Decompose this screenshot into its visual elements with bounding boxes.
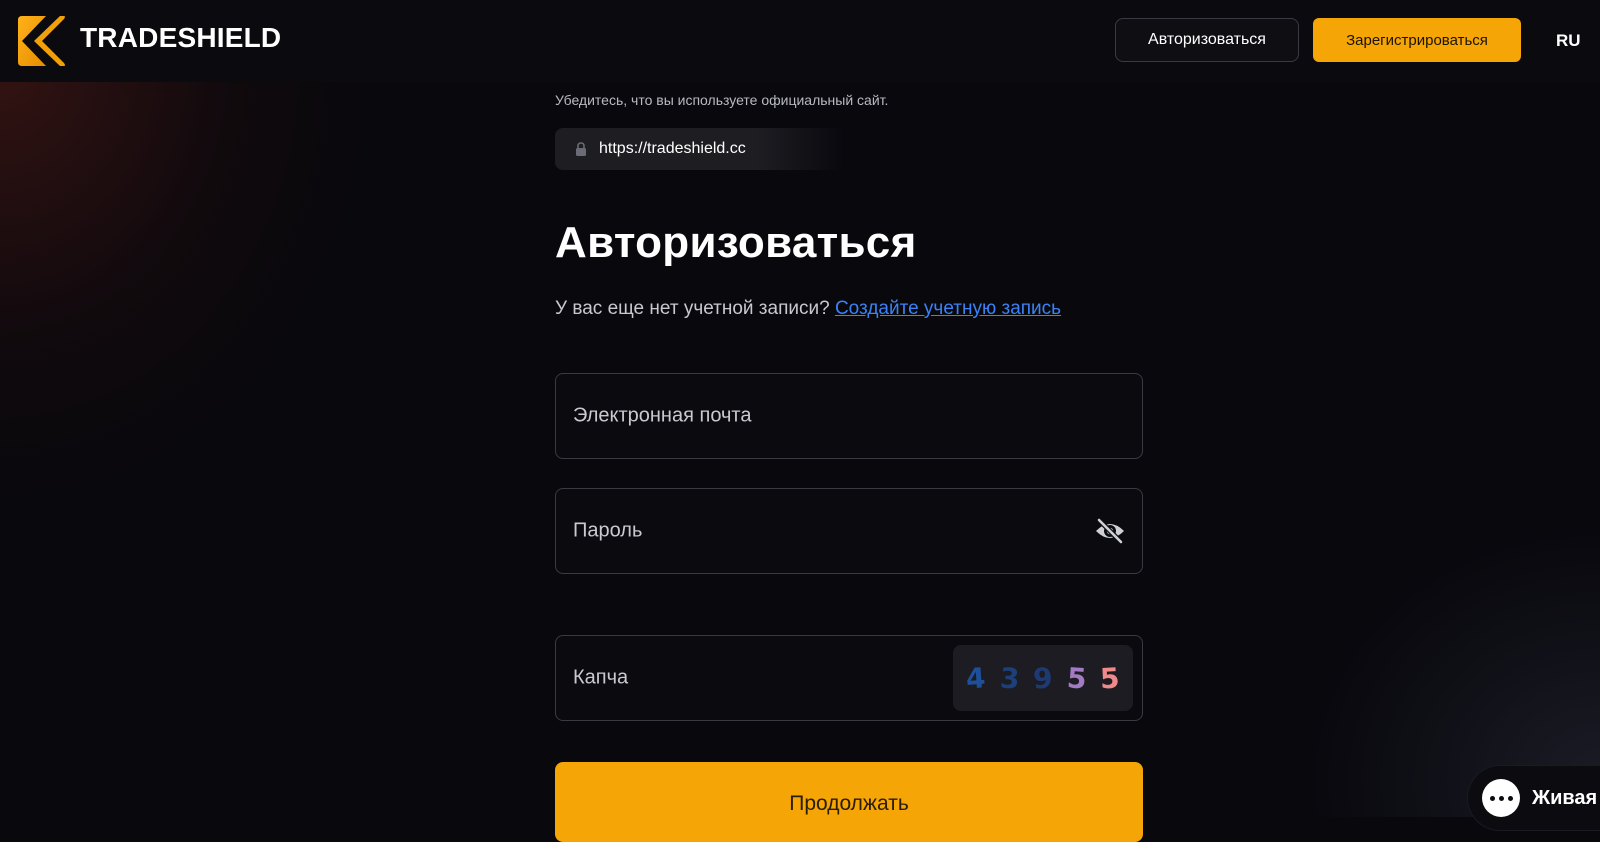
password-field[interactable]: Пароль bbox=[555, 488, 1143, 574]
lock-icon bbox=[576, 142, 586, 156]
captcha-digit: 9 bbox=[1032, 661, 1054, 695]
password-placeholder: Пароль bbox=[573, 519, 643, 542]
eye-off-icon[interactable] bbox=[1094, 517, 1126, 545]
official-url-text: https://tradeshield.cc bbox=[599, 140, 746, 157]
brand-name[interactable]: TRADESHIELD bbox=[80, 22, 281, 54]
official-url-badge: https://tradeshield.cc bbox=[555, 128, 845, 170]
language-selector[interactable]: RU bbox=[1556, 31, 1581, 51]
captcha-digit: 5 bbox=[1065, 660, 1088, 696]
captcha-field[interactable]: Капча 43955 bbox=[555, 635, 1143, 721]
chat-bubble-icon bbox=[1482, 779, 1520, 817]
captcha-digit: 3 bbox=[998, 661, 1021, 695]
live-chat-label: Живая bbox=[1532, 786, 1598, 809]
tradeshield-logo-icon[interactable] bbox=[14, 14, 66, 68]
signup-prompt-text: У вас еще нет учетной записи? bbox=[555, 298, 830, 319]
signup-prompt: У вас еще нет учетной записи? Создайте у… bbox=[555, 298, 1115, 320]
login-button[interactable]: Авторизоваться bbox=[1115, 18, 1299, 62]
live-chat-widget[interactable]: Живая bbox=[1468, 766, 1600, 830]
captcha-image[interactable]: 43955 bbox=[953, 645, 1133, 711]
email-field[interactable]: Электронная почта bbox=[555, 373, 1143, 459]
captcha-placeholder: Капча bbox=[573, 666, 629, 689]
captcha-digit: 5 bbox=[1099, 661, 1121, 695]
create-account-link[interactable]: Создайте учетную запись bbox=[835, 298, 1061, 319]
page-title: Авторизоваться bbox=[555, 218, 917, 267]
top-header: TRADESHIELD Авторизоваться Зарегистриров… bbox=[0, 0, 1600, 82]
register-button[interactable]: Зарегистрироваться bbox=[1313, 18, 1521, 62]
official-site-note: Убедитесь, что вы используете официальны… bbox=[555, 92, 889, 108]
captcha-digit: 4 bbox=[965, 660, 987, 696]
continue-button[interactable]: Продолжать bbox=[555, 762, 1143, 842]
email-placeholder: Электронная почта bbox=[573, 404, 752, 427]
